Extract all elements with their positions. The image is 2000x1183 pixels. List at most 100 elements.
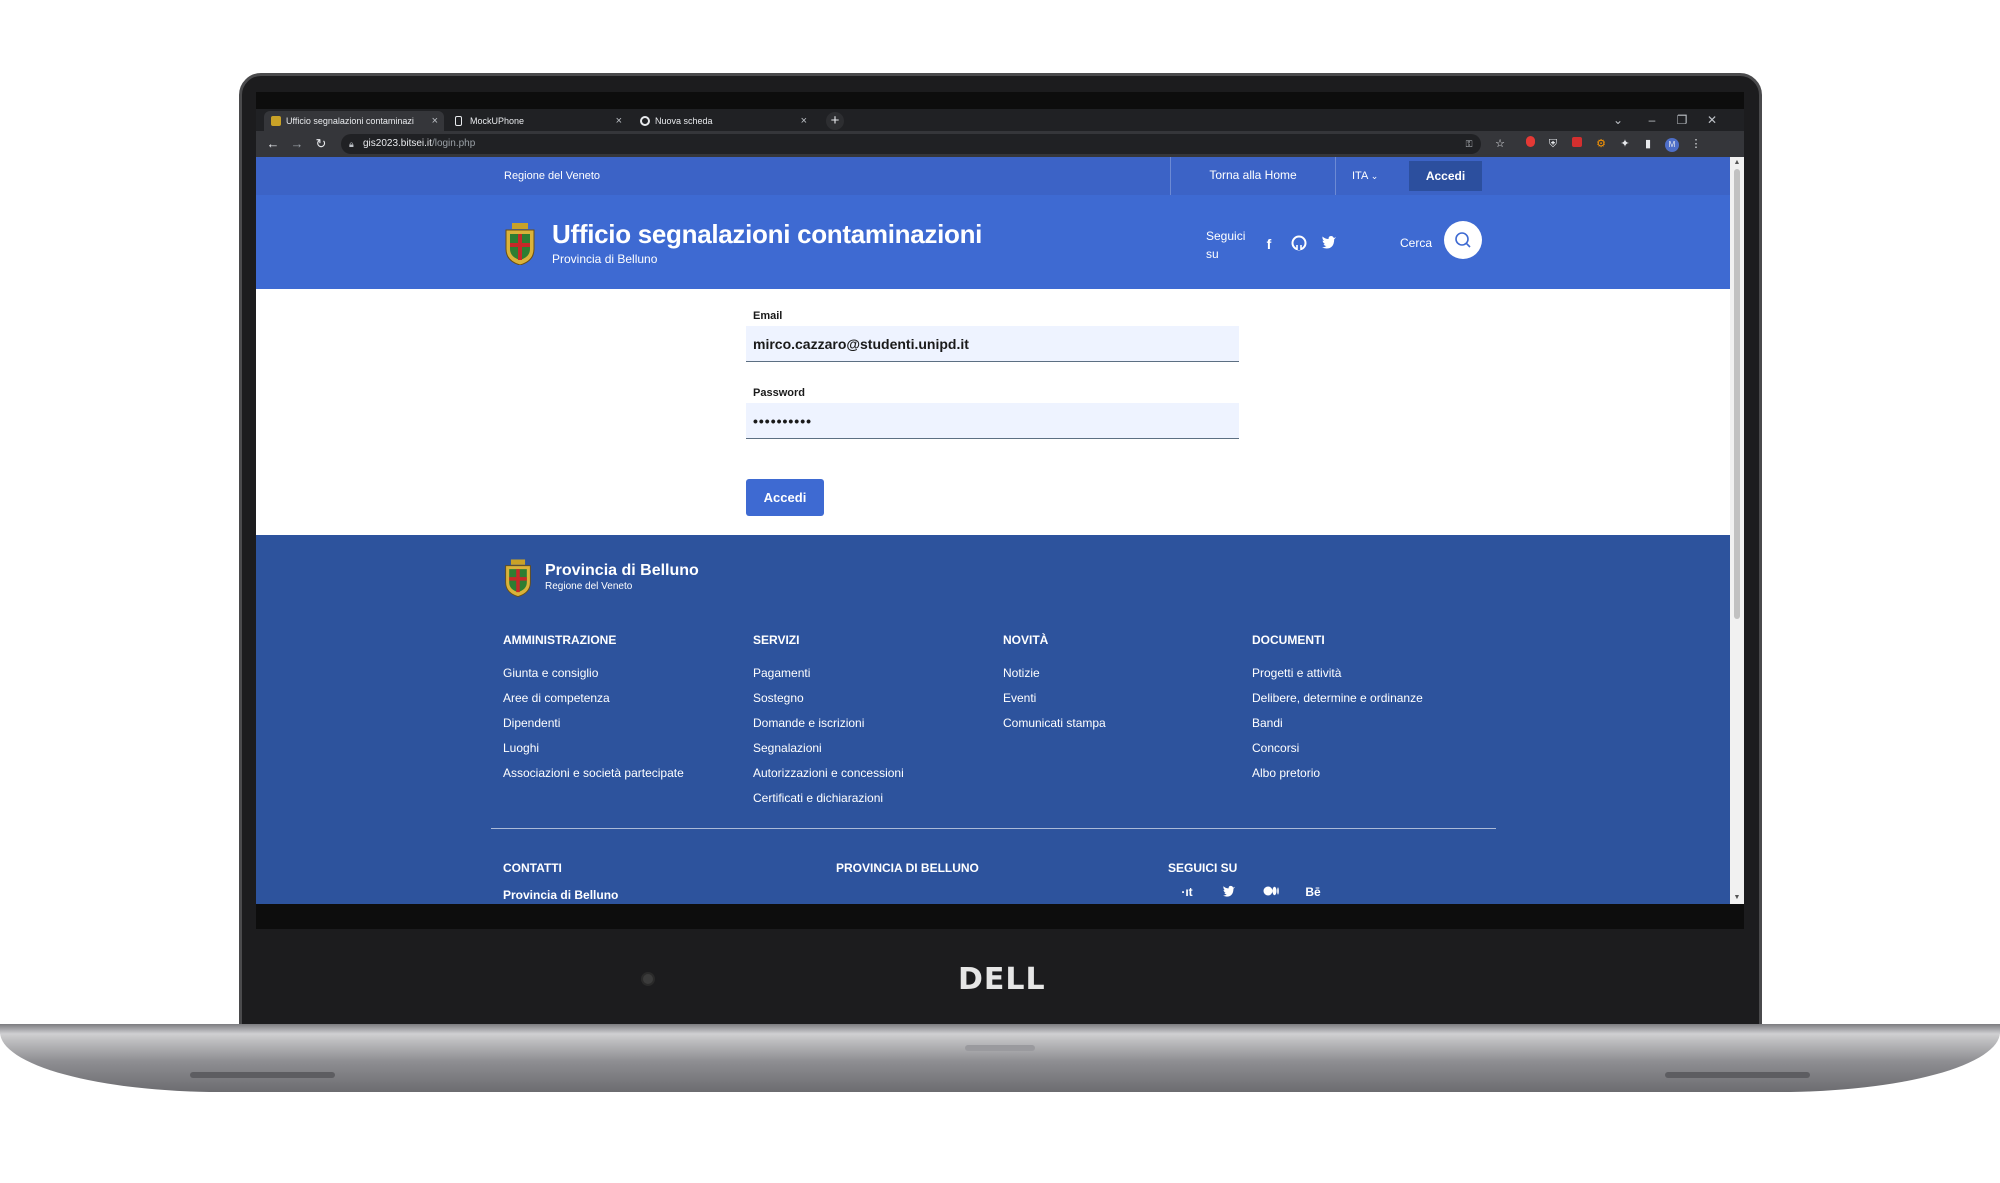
tab-label: Nuova scheda bbox=[655, 116, 713, 126]
footer-link[interactable]: Autorizzazioni e concessioni bbox=[753, 761, 993, 786]
extension-red-icon[interactable] bbox=[1522, 136, 1538, 152]
medium-icon[interactable] bbox=[1259, 885, 1283, 899]
footer-column-documenti: DOCUMENTI Progetti e attività Delibere, … bbox=[1252, 633, 1492, 786]
footer-link[interactable]: Domande e iscrizioni bbox=[753, 711, 993, 736]
footer-link[interactable]: Certificati e dichiarazioni bbox=[753, 786, 993, 811]
url-host: gis2023.bitsei.it bbox=[363, 138, 432, 149]
coat-of-arms-icon bbox=[505, 223, 535, 265]
forward-arrow-icon[interactable]: → bbox=[288, 135, 306, 153]
search-button[interactable] bbox=[1444, 221, 1482, 259]
webcam bbox=[641, 972, 655, 986]
footer-link[interactable]: Giunta e consiglio bbox=[503, 661, 743, 686]
dell-logo: DELL bbox=[958, 962, 1046, 997]
footer-title: Provincia di Belluno bbox=[545, 562, 699, 579]
browser-tab-2[interactable]: Nuova scheda × bbox=[633, 111, 813, 131]
footer-link[interactable]: Bandi bbox=[1252, 711, 1492, 736]
speaker-vent-left bbox=[190, 1072, 335, 1078]
extension-pdf-icon[interactable] bbox=[1569, 136, 1585, 152]
laptop-base-edge bbox=[0, 1024, 2000, 1034]
region-link[interactable]: Regione del Veneto bbox=[504, 157, 600, 195]
footer-column-heading: SERVIZI bbox=[753, 633, 800, 647]
designers-italia-icon[interactable]: ·ıt bbox=[1175, 885, 1199, 899]
lid-notch bbox=[965, 1045, 1035, 1051]
contacts-heading: CONTATTI bbox=[503, 861, 562, 875]
footer-link[interactable]: Concorsi bbox=[1252, 736, 1492, 761]
home-link[interactable]: Torna alla Home bbox=[1170, 157, 1336, 195]
close-tab-icon[interactable]: × bbox=[801, 111, 807, 131]
url-path: /login.php bbox=[431, 138, 476, 149]
footer-link[interactable]: Segnalazioni bbox=[753, 736, 993, 761]
back-arrow-icon[interactable]: ← bbox=[264, 135, 282, 153]
profile-avatar[interactable]: M bbox=[1664, 136, 1680, 152]
scroll-down-icon[interactable]: ▼ bbox=[1733, 894, 1741, 902]
browser-tab-1[interactable]: MockUPhone × bbox=[448, 111, 628, 131]
footer-link[interactable]: Aree di competenza bbox=[503, 686, 743, 711]
address-bar[interactable]: 🔒︎ gis2023.bitsei.it/login.php bbox=[341, 134, 1481, 154]
page-scrollbar[interactable]: ▲ ▼ bbox=[1730, 157, 1744, 904]
laptop-mockup: Ufficio segnalazioni contaminazi × MockU… bbox=[0, 0, 2000, 1183]
browser-toolbar: ← → ↻ 🔒︎ gis2023.bitsei.it/login.php ⚿ ☆… bbox=[256, 131, 1744, 157]
footer-column-heading: DOCUMENTI bbox=[1252, 633, 1325, 647]
lock-icon: 🔒︎ bbox=[349, 139, 354, 149]
search-label: Cerca bbox=[1400, 236, 1433, 250]
footer-link[interactable]: Comunicati stampa bbox=[1003, 711, 1243, 736]
tab-label: MockUPhone bbox=[470, 116, 525, 126]
footer-link[interactable]: Progetti e attività bbox=[1252, 661, 1492, 686]
extensions-puzzle-icon[interactable]: ✦ bbox=[1617, 136, 1633, 152]
footer-link[interactable]: Pagamenti bbox=[753, 661, 993, 686]
browser-menu-icon[interactable]: ⋮ bbox=[1688, 136, 1704, 152]
footer-link[interactable]: Sostegno bbox=[753, 686, 993, 711]
footer-column-novita: NOVITÀ Notizie Eventi Comunicati stampa bbox=[1003, 633, 1243, 736]
footer-link[interactable]: Notizie bbox=[1003, 661, 1243, 686]
language-selector[interactable]: ITA ⌄ bbox=[1352, 157, 1378, 195]
center-header: Ufficio segnalazioni contaminazioni Prov… bbox=[256, 195, 1730, 289]
coat-of-arms-favicon-icon bbox=[271, 116, 281, 126]
login-submit-button[interactable]: Accedi bbox=[746, 479, 824, 516]
footer-column-heading: NOVITÀ bbox=[1003, 633, 1049, 647]
minimize-button[interactable]: – bbox=[1642, 111, 1662, 129]
screen-bottom-bezel bbox=[256, 904, 1744, 929]
follow-label: Seguici su bbox=[1206, 229, 1246, 261]
footer-subtitle: Regione del Veneto bbox=[545, 581, 633, 592]
page-viewport: Regione del Veneto Torna alla Home ITA ⌄… bbox=[256, 157, 1730, 904]
behance-icon[interactable]: Bē bbox=[1301, 885, 1325, 899]
browser-tab-0[interactable]: Ufficio segnalazioni contaminazi × bbox=[264, 111, 444, 131]
header-login-button[interactable]: Accedi bbox=[1409, 161, 1482, 191]
new-tab-button[interactable]: + bbox=[826, 112, 844, 130]
restore-button[interactable]: ❐ bbox=[1672, 111, 1692, 129]
extension-shield-icon[interactable]: ⛨ bbox=[1545, 136, 1561, 152]
footer-link[interactable]: Delibere, determine e ordinanze bbox=[1252, 686, 1492, 711]
bookmark-star-icon[interactable]: ☆ bbox=[1492, 136, 1508, 152]
github-icon[interactable] bbox=[1290, 235, 1308, 253]
coat-of-arms-icon bbox=[505, 559, 531, 597]
reload-icon[interactable]: ↻ bbox=[312, 135, 330, 153]
footer-link[interactable]: Dipendenti bbox=[503, 711, 743, 736]
side-panel-icon[interactable]: ▮ bbox=[1640, 136, 1656, 152]
close-tab-icon[interactable]: × bbox=[616, 111, 622, 131]
chrome-favicon-icon bbox=[640, 116, 650, 126]
site-title[interactable]: Ufficio segnalazioni contaminazioni bbox=[552, 219, 982, 250]
search-icon bbox=[1455, 232, 1471, 248]
slim-header: Regione del Veneto Torna alla Home ITA ⌄… bbox=[256, 157, 1730, 195]
key-icon[interactable]: ⚿ bbox=[1461, 136, 1477, 152]
email-label: Email bbox=[753, 310, 783, 322]
twitter-icon[interactable] bbox=[1217, 885, 1241, 900]
close-window-button[interactable]: ✕ bbox=[1702, 111, 1722, 129]
password-field[interactable] bbox=[746, 403, 1239, 439]
footer-link[interactable]: Associazioni e società partecipate bbox=[503, 761, 743, 786]
close-tab-icon[interactable]: × bbox=[432, 111, 438, 131]
laptop-base bbox=[0, 1024, 2000, 1092]
scroll-thumb[interactable] bbox=[1734, 169, 1740, 619]
extension-orange-icon[interactable]: ⚙ bbox=[1593, 136, 1609, 152]
email-field[interactable] bbox=[746, 326, 1239, 362]
tab-search-icon[interactable]: ⌄ bbox=[1608, 111, 1628, 129]
footer-link[interactable]: Eventi bbox=[1003, 686, 1243, 711]
facebook-icon[interactable]: f bbox=[1260, 235, 1278, 253]
follow-heading: SEGUICI SU bbox=[1168, 861, 1238, 875]
footer-column-heading: AMMINISTRAZIONE bbox=[503, 633, 617, 647]
scroll-up-icon[interactable]: ▲ bbox=[1733, 159, 1741, 167]
twitter-icon[interactable] bbox=[1320, 235, 1338, 253]
footer-link[interactable]: Albo pretorio bbox=[1252, 761, 1492, 786]
footer-link[interactable]: Luoghi bbox=[503, 736, 743, 761]
speaker-vent-right bbox=[1665, 1072, 1810, 1078]
